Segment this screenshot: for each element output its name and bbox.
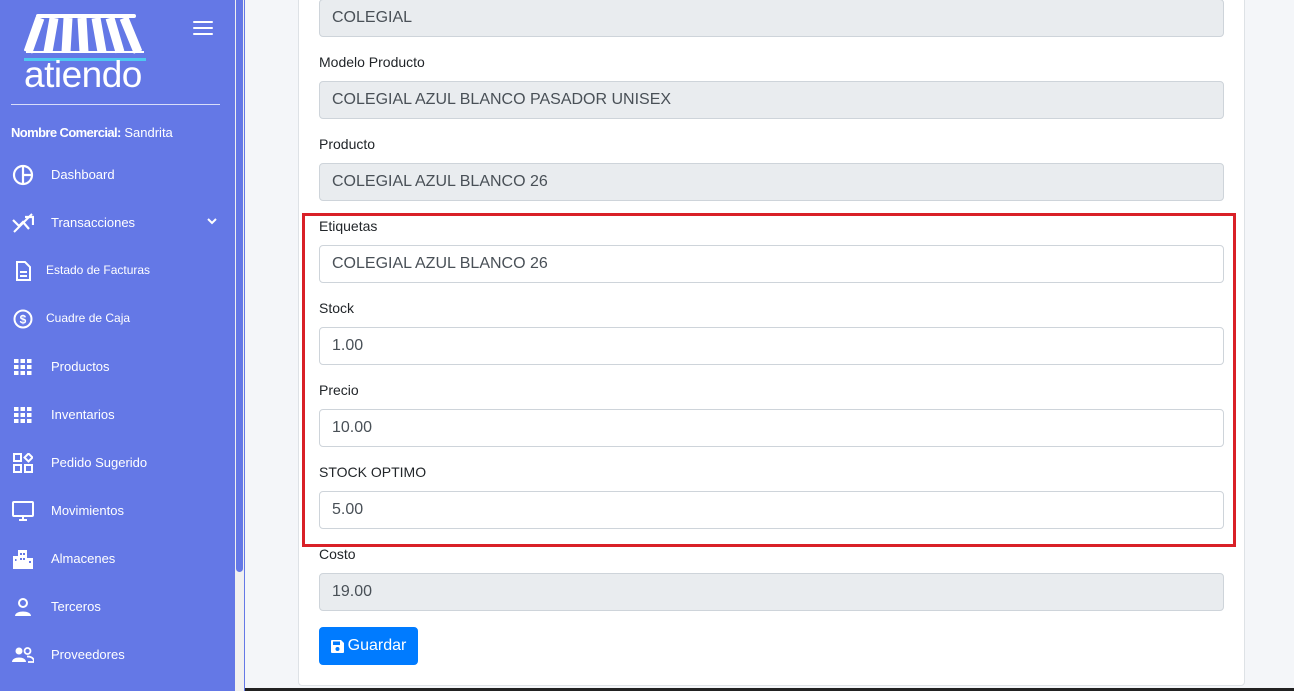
costo-field[interactable] [319,573,1224,611]
logo-text: atiendo [24,54,142,95]
sidebar-item-label: Productos [51,358,110,374]
categoria-field[interactable] [319,0,1224,37]
sidebar-item-label: Terceros [51,598,101,614]
save-button-label: Guardar [347,637,407,654]
dashboard-icon [12,164,34,186]
sidebar-item-label: Estado de Facturas [46,263,151,277]
sidebar-item-label: Movimientos [51,502,124,518]
producto-field[interactable] [319,163,1224,201]
sidebar-item-productos[interactable]: Productos [0,344,232,388]
sidebar-item-dashboard[interactable]: Dashboard [0,152,232,196]
transactions-icon [12,212,34,234]
chevron-down-icon [207,218,217,225]
sidebar-item-label: Pedido Sugerido [51,454,148,470]
widgets-icon [12,452,34,474]
sidebar-item-cuadre-caja[interactable]: $ Cuadre de Caja [0,296,232,340]
modelo-producto-field[interactable] [319,81,1224,119]
grid-icon [12,404,34,426]
document-icon [12,260,34,282]
highlight-box [302,213,1236,547]
sidebar-item-almacenes[interactable]: Almacenes [0,536,232,580]
sidebar-divider [11,104,220,105]
brand-value: Sandrita [124,125,173,140]
person-icon [12,596,34,618]
sidebar-item-label: Inventarios [51,406,115,422]
dollar-circle-icon: $ [12,308,34,330]
sidebar-item-movimientos[interactable]: Movimientos [0,488,232,532]
sidebar: atiendo Nombre Comercial: Sandrita Dashb… [0,0,245,691]
save-button[interactable]: Guardar [319,627,418,665]
sidebar-item-estado-facturas[interactable]: Estado de Facturas [0,248,232,292]
costo-label: Costo [319,546,356,562]
sidebar-item-label: Dashboard [51,166,115,182]
awning-logo-icon [24,14,144,54]
floppy-disk-icon [330,639,344,653]
sidebar-scrollbar-thumb[interactable] [236,0,243,572]
monitor-icon [12,500,34,522]
sidebar-item-inventarios[interactable]: Inventarios [0,392,232,436]
brand-label: Nombre Comercial: [11,125,121,140]
app-logo[interactable]: atiendo [24,14,148,94]
modelo-producto-label: Modelo Producto [319,54,425,70]
people-icon [12,644,34,666]
sidebar-item-label: Transacciones [51,214,136,230]
sidebar-item-pedido-sugerido[interactable]: Pedido Sugerido [0,440,232,484]
sidebar-item-label: Almacenes [51,550,116,566]
grid-icon [12,356,34,378]
sidebar-item-terceros[interactable]: Terceros [0,584,232,628]
producto-label: Producto [319,136,376,152]
svg-text:$: $ [20,313,27,327]
building-icon [12,548,34,570]
sidebar-item-label: Proveedores [51,646,125,662]
sidebar-item-proveedores[interactable]: Proveedores [0,632,232,676]
brand-line: Nombre Comercial: Sandrita [11,125,173,140]
sidebar-item-transacciones[interactable]: Transacciones [0,200,232,244]
sidebar-item-label: Cuadre de Caja [46,311,131,325]
hamburger-menu-icon[interactable] [193,21,213,35]
